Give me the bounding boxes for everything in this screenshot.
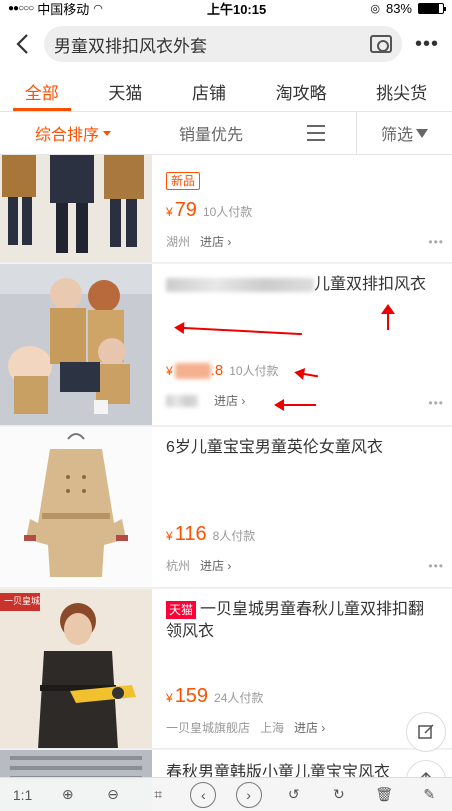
feedback-button[interactable] [406, 712, 446, 752]
product-image[interactable] [0, 264, 152, 425]
new-badge: 新品 [166, 172, 201, 190]
tab-guides[interactable]: 淘攻略 [270, 72, 333, 111]
signal-icon: ●●○○○ [8, 2, 34, 14]
delete-button[interactable]: 🗑 [369, 781, 399, 809]
zoom-out-icon: ⊖ [107, 786, 119, 802]
sort-sales[interactable]: 销量优先 [146, 112, 276, 154]
shop-name: 一贝皇城旗舰店 [166, 721, 251, 735]
product-image[interactable] [0, 427, 152, 587]
sold-count: 10人付款 [202, 205, 253, 219]
trash-icon: 🗑 [375, 786, 393, 802]
product-price: ¥116 [166, 523, 207, 545]
rotate-left-icon: ↺ [287, 786, 300, 802]
carrier-name: 中国移动 [37, 1, 90, 17]
edit-icon [418, 724, 434, 739]
sort-bar: 综合排序 销量优先 筛选 [0, 112, 452, 155]
search-header: 男童双排扣风衣外套 ••• [0, 16, 452, 72]
rotate-left-button[interactable]: ↺ [279, 781, 309, 809]
tab-tmall[interactable]: 天猫 [102, 72, 148, 111]
edit-button[interactable]: ✎ [414, 781, 444, 809]
product-card[interactable]: 一贝皇城 天猫 一贝皇城男童春秋儿童双排扣翻领风衣 ¥159 24人付款 一贝皇城… [0, 589, 452, 749]
crop-button[interactable]: ⌗ [143, 781, 173, 809]
back-button[interactable] [10, 29, 34, 59]
enter-shop-link[interactable]: 进店 › [200, 557, 231, 574]
caret-down-icon [103, 130, 111, 136]
clock: 上午10:15 [206, 1, 267, 17]
list-view-icon [307, 125, 325, 141]
sort-composite[interactable]: 综合排序 [0, 112, 146, 154]
redacted-text [166, 277, 314, 292]
product-location: 湖州 [166, 235, 191, 249]
chevron-left-icon [16, 34, 28, 54]
thumb-brand-text: 一贝皇城 [4, 596, 41, 606]
enter-shop-link[interactable]: 进店 › [200, 233, 231, 250]
zoom-in-button[interactable]: ⊕ [53, 781, 83, 809]
product-title: 6岁儿童宝宝男童英伦女童风衣 [166, 439, 383, 456]
crop-icon: ⌗ [154, 786, 163, 802]
funnel-icon [416, 128, 428, 138]
product-location: 上海 [260, 721, 285, 735]
zoom-ratio[interactable]: 1:1 [8, 781, 38, 809]
previous-button[interactable]: ‹ [188, 781, 218, 809]
more-menu-button[interactable]: ••• [412, 33, 442, 56]
redacted-location [166, 394, 198, 407]
product-image[interactable]: 一贝皇城 [0, 589, 152, 748]
product-location: 杭州 [166, 559, 191, 573]
annotation-arrow [381, 304, 395, 330]
search-query: 男童双排扣风衣外套 [54, 36, 207, 56]
chevron-right-icon: › [235, 781, 262, 808]
sold-count: 10人付款 [229, 364, 279, 378]
sold-count: 24人付款 [214, 691, 264, 705]
zoom-out-button[interactable]: ⊖ [98, 781, 128, 809]
sold-count: 8人付款 [212, 529, 256, 543]
category-tabs: 全部 天猫 店铺 淘攻略 挑尖货 [0, 72, 452, 112]
annotation-arrow [301, 372, 319, 378]
annotation-arrow [182, 326, 302, 336]
enter-shop-link[interactable]: 进店 › [214, 392, 245, 409]
lock-rotation-icon: ◎ [370, 2, 380, 15]
product-price: ¥79 [166, 199, 197, 221]
product-title: 天猫 一贝皇城男童春秋儿童双排扣翻领风衣 [166, 601, 425, 640]
product-card[interactable]: 新品 ¥79 10人付款 湖州 进店 › ••• [0, 155, 452, 263]
tab-all[interactable]: 全部 [12, 72, 71, 111]
product-title: 儿童双排扣风衣 [166, 274, 438, 296]
chevron-left-icon: ‹ [190, 781, 217, 808]
zoom-in-icon: ⊕ [61, 786, 74, 802]
rotate-right-button[interactable]: ↻ [324, 781, 354, 809]
annotation-arrow [274, 399, 316, 411]
rotate-right-icon: ↻ [333, 786, 345, 802]
tab-shops[interactable]: 店铺 [186, 72, 232, 111]
next-button[interactable]: › [234, 781, 264, 809]
battery-percent: 83% [385, 0, 412, 16]
wifi-icon: ◠ [93, 2, 103, 15]
sort-composite-label: 综合排序 [34, 127, 99, 144]
battery-icon [418, 2, 446, 14]
search-input[interactable]: 男童双排扣风衣外套 [44, 26, 402, 62]
product-card[interactable]: 6岁儿童宝宝男童英伦女童风衣 ¥116 8人付款 杭州 进店 › ••• [0, 427, 452, 588]
view-toggle-button[interactable] [276, 112, 356, 154]
pencil-icon: ✎ [423, 786, 436, 802]
tab-premium[interactable]: 挑尖货 [370, 72, 433, 111]
bottom-toolbar: 1:1 ⊕ ⊖ ⌗ ‹ › ↺ ↻ 🗑 ✎ [0, 777, 452, 811]
product-price: ¥159 [166, 685, 209, 707]
tmall-badge: 天猫 [166, 601, 197, 619]
product-image[interactable] [0, 155, 152, 262]
filter-label: 筛选 [380, 127, 413, 144]
enter-shop-link[interactable]: 进店 › [294, 719, 325, 736]
camera-icon[interactable] [370, 35, 392, 53]
filter-button[interactable]: 筛选 [357, 112, 452, 154]
status-bar: ●●○○○ 中国移动 ◠ 上午10:15 ◎ 83% [0, 0, 452, 17]
product-price: ¥ .8 [166, 362, 224, 380]
more-options-icon[interactable]: ••• [428, 235, 444, 249]
more-options-icon[interactable]: ••• [428, 559, 444, 573]
more-options-icon[interactable]: ••• [428, 396, 444, 410]
product-card[interactable]: 儿童双排扣风衣 ¥ .8 10人付款 进店 › ••• [0, 264, 452, 426]
